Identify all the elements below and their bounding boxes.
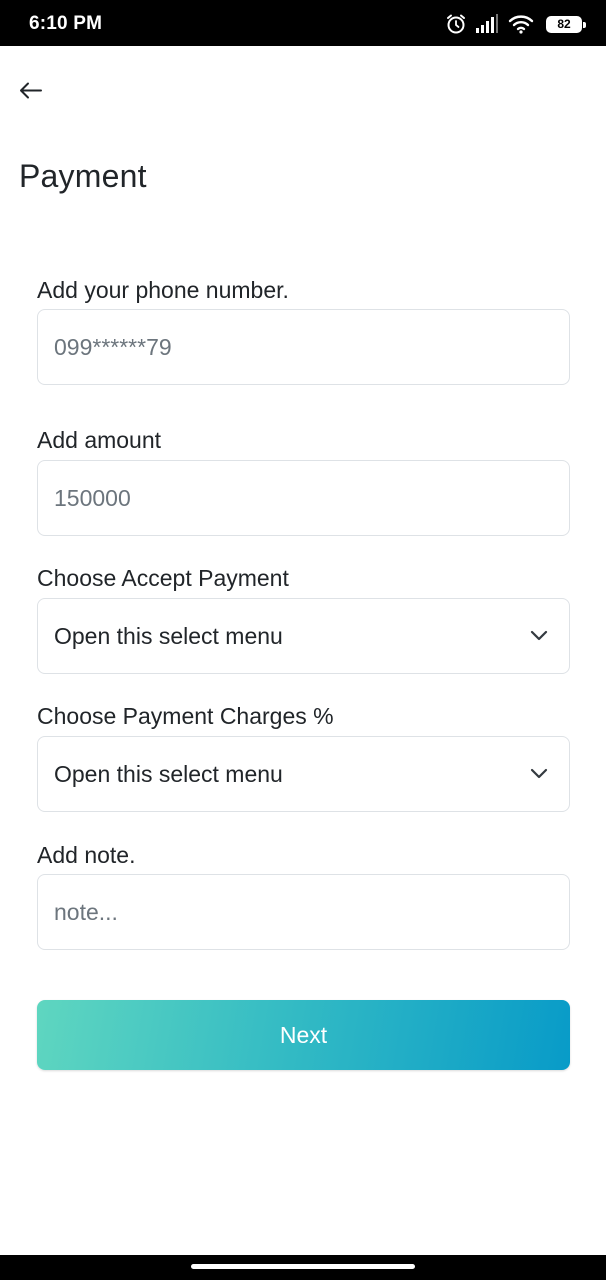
battery-level: 82 [557,16,571,31]
back-button[interactable] [16,76,48,106]
status-bar: 6:10 PM 82 [0,0,606,46]
navigation-bar [0,1255,606,1280]
chevron-down-icon [530,768,548,779]
signal-icon [475,14,499,34]
accept-payment-selected: Open this select menu [54,623,283,649]
phone-input[interactable]: 099******79 [37,309,570,385]
amount-label: Add amount [37,427,162,453]
home-indicator[interactable] [191,1264,415,1269]
phone-placeholder: 099******79 [54,334,172,360]
wifi-icon [508,14,534,34]
note-input[interactable]: note... [37,874,570,950]
note-label: Add note. [37,842,136,868]
accept-payment-select[interactable]: Open this select menu [37,598,570,674]
status-icons: 82 [445,12,586,36]
phone-label: Add your phone number. [37,277,289,303]
amount-input[interactable]: 150000 [37,460,570,536]
payment-charges-selected: Open this select menu [54,761,283,787]
page-title: Payment [19,158,147,194]
payment-charges-select[interactable]: Open this select menu [37,736,570,812]
amount-placeholder: 150000 [54,485,131,511]
note-placeholder: note... [54,899,118,925]
alarm-icon [445,13,467,35]
next-button[interactable]: Next [37,1000,570,1070]
accept-payment-label: Choose Accept Payment [37,565,289,591]
arrow-left-icon [20,82,42,99]
battery-icon: 82 [546,15,586,33]
payment-charges-label: Choose Payment Charges % [37,703,334,729]
chevron-down-icon [530,630,548,641]
status-time: 6:10 PM [29,13,103,34]
